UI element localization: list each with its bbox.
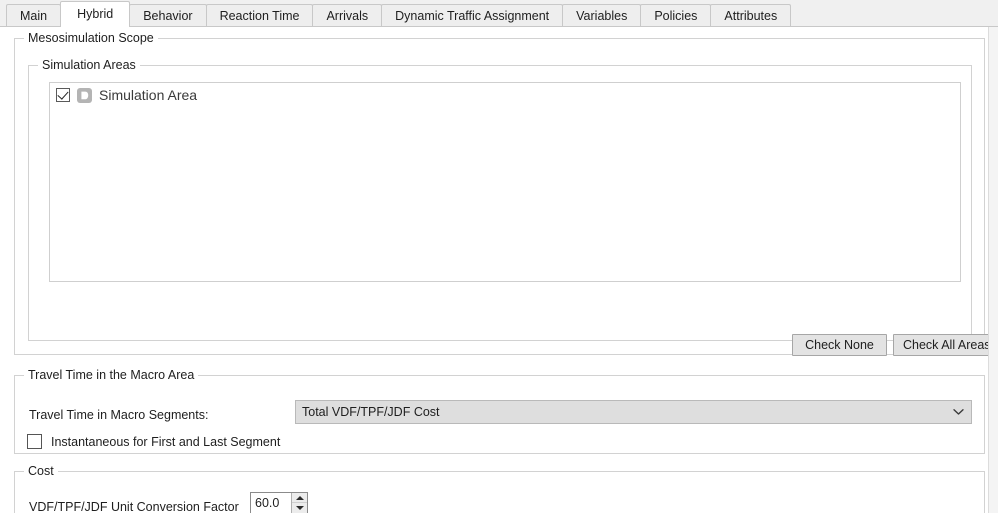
- instantaneous-first-last-segment-row[interactable]: Instantaneous for First and Last Segment: [27, 434, 280, 449]
- cost-group: Cost VDF/TPF/JDF Unit Conversion Factor …: [14, 471, 985, 513]
- caret-up-icon: [296, 496, 304, 500]
- instantaneous-first-last-segment-label: Instantaneous for First and Last Segment: [51, 435, 280, 449]
- tab-arrivals[interactable]: Arrivals: [312, 4, 382, 26]
- list-item[interactable]: Simulation Area: [50, 83, 960, 107]
- tab-content-hybrid: Mesosimulation Scope Simulation Areas Si…: [0, 27, 988, 513]
- hybrid-settings-panel: Main Hybrid Behavior Reaction Time Arriv…: [0, 0, 998, 513]
- chevron-down-icon: [951, 405, 965, 419]
- simulation-area-checkbox[interactable]: [56, 88, 70, 102]
- unit-conversion-factor-value[interactable]: 60.0: [251, 493, 291, 513]
- stepper-buttons: [291, 493, 307, 513]
- cost-title: Cost: [24, 464, 58, 478]
- right-edge-gutter: [988, 27, 998, 513]
- travel-time-segments-select[interactable]: Total VDF/TPF/JDF Cost: [295, 400, 972, 424]
- tab-attributes[interactable]: Attributes: [710, 4, 791, 26]
- stepper-increment-button[interactable]: [292, 493, 307, 503]
- tab-behavior[interactable]: Behavior: [129, 4, 206, 26]
- caret-down-icon: [296, 506, 304, 510]
- simulation-areas-group: Simulation Areas Simulation Area Check N…: [28, 65, 972, 341]
- simulation-areas-title: Simulation Areas: [38, 58, 140, 72]
- check-none-button[interactable]: Check None: [792, 334, 887, 356]
- mesosimulation-scope-group: Mesosimulation Scope Simulation Areas Si…: [14, 38, 985, 355]
- travel-time-macro-area-group: Travel Time in the Macro Area Travel Tim…: [14, 375, 985, 454]
- simulation-area-icon: [77, 88, 92, 103]
- check-all-areas-button[interactable]: Check All Areas: [893, 334, 998, 356]
- unit-conversion-factor-stepper[interactable]: 60.0: [250, 492, 308, 513]
- unit-conversion-factor-label: VDF/TPF/JDF Unit Conversion Factor: [29, 499, 239, 513]
- travel-time-segments-value: Total VDF/TPF/JDF Cost: [302, 405, 951, 419]
- mesosimulation-scope-title: Mesosimulation Scope: [24, 31, 158, 45]
- simulation-areas-list[interactable]: Simulation Area: [49, 82, 961, 282]
- travel-time-segments-label: Travel Time in Macro Segments:: [29, 407, 208, 423]
- tab-hybrid[interactable]: Hybrid: [60, 1, 130, 27]
- tab-policies[interactable]: Policies: [640, 4, 711, 26]
- tab-variables[interactable]: Variables: [562, 4, 641, 26]
- list-item-label: Simulation Area: [99, 83, 197, 107]
- stepper-decrement-button[interactable]: [292, 503, 307, 513]
- instantaneous-first-last-segment-checkbox[interactable]: [27, 434, 42, 449]
- tab-reaction-time[interactable]: Reaction Time: [206, 4, 314, 26]
- tab-main[interactable]: Main: [6, 4, 61, 26]
- tab-dynamic-traffic-assignment[interactable]: Dynamic Traffic Assignment: [381, 4, 563, 26]
- travel-time-macro-area-title: Travel Time in the Macro Area: [24, 368, 198, 382]
- tab-bar: Main Hybrid Behavior Reaction Time Arriv…: [0, 0, 998, 27]
